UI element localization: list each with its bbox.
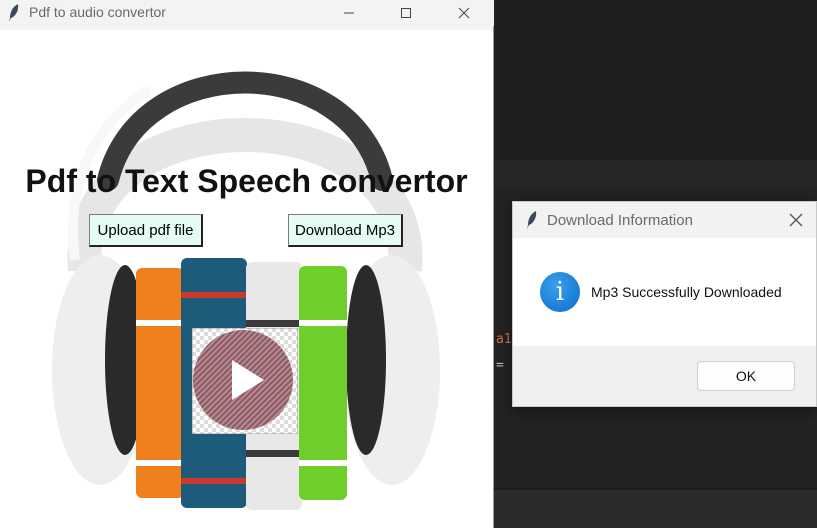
editor-tab-strip xyxy=(494,160,817,188)
close-icon[interactable] xyxy=(786,210,806,230)
minimize-button[interactable] xyxy=(326,0,372,26)
editor-terminal-strip xyxy=(494,490,817,528)
dialog-title: Download Information xyxy=(547,212,693,229)
headphones-books-illustration xyxy=(52,71,440,510)
play-icon xyxy=(192,328,298,434)
ok-button[interactable]: OK xyxy=(697,361,795,391)
editor-code-fragment: a1 xyxy=(496,332,512,347)
window-content: Pdf to Text Speech convertor Upload pdf … xyxy=(0,30,493,528)
info-icon: i xyxy=(540,272,580,312)
download-mp3-button[interactable]: Download Mp3 xyxy=(288,214,403,247)
minimize-icon xyxy=(344,12,354,14)
dialog-message: Mp3 Successfully Downloaded xyxy=(591,284,782,300)
dialog-footer: OK xyxy=(513,346,816,406)
window-titlebar[interactable]: Pdf to audio convertor xyxy=(0,0,494,26)
dialog-titlebar[interactable]: Download Information xyxy=(513,202,816,238)
page-heading: Pdf to Text Speech convertor xyxy=(25,163,468,199)
main-window: Pdf to audio convertor Pdf to Text Speec… xyxy=(0,0,494,528)
download-info-dialog: Download Information i Mp3 Successfully … xyxy=(512,201,817,407)
maximize-button[interactable] xyxy=(383,0,429,26)
close-button[interactable] xyxy=(441,0,487,26)
feather-icon xyxy=(527,211,537,229)
maximize-icon xyxy=(401,8,411,18)
close-icon xyxy=(458,7,470,19)
upload-pdf-button[interactable]: Upload pdf file xyxy=(89,214,203,247)
window-title: Pdf to audio convertor xyxy=(29,4,166,20)
feather-icon xyxy=(9,4,19,22)
